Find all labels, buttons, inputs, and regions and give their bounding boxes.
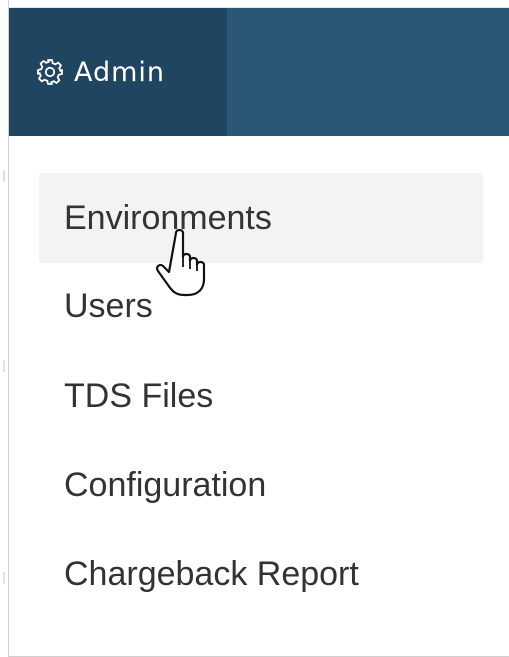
admin-menu-screen: Admin Environments Users TDS Files Confi… (0, 0, 509, 657)
edge-mark (3, 572, 5, 584)
menu-item-label: TDS Files (64, 376, 214, 415)
menu-item-tds-files[interactable]: TDS Files (39, 351, 483, 441)
admin-tab-label: Admin (74, 56, 166, 88)
menu-item-environments[interactable]: Environments (39, 173, 483, 263)
admin-tab[interactable]: Admin (9, 8, 227, 136)
menu-item-chargeback-report[interactable]: Chargeback Report (39, 529, 483, 619)
top-navigation-bar: Admin (9, 8, 509, 136)
gear-icon (36, 58, 64, 86)
menu-item-label: Users (64, 286, 153, 325)
edge-mark (3, 360, 5, 372)
edge-mark (3, 170, 5, 182)
top-border (0, 0, 509, 8)
menu-item-label: Chargeback Report (64, 554, 359, 593)
menu-item-users[interactable]: Users (39, 261, 483, 351)
admin-dropdown-menu: Environments Users TDS Files Configurati… (9, 136, 509, 657)
left-edge-divider (0, 0, 9, 657)
menu-item-label: Environments (64, 198, 272, 237)
menu-item-label: Configuration (64, 465, 267, 504)
menu-item-configuration[interactable]: Configuration (39, 440, 483, 530)
